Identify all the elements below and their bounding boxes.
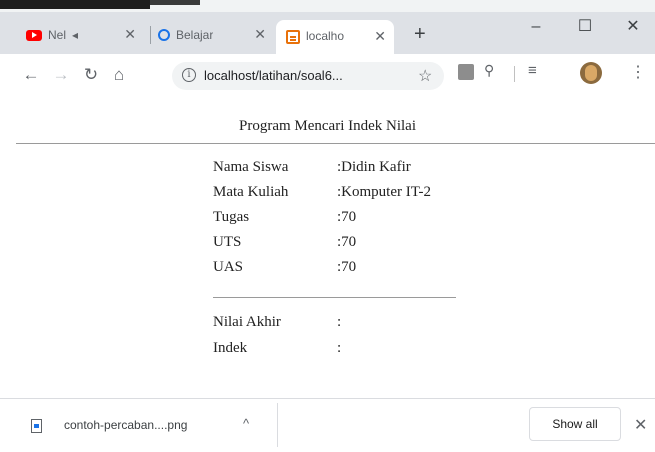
maximize-button[interactable]: ☐ — [565, 14, 605, 40]
field-row: Mata Kuliah :Komputer IT-2 — [213, 184, 431, 201]
url-text[interactable]: localhost/latihan/soal6... — [204, 68, 343, 83]
address-bar[interactable]: i localhost/latihan/soal6... ☆ — [172, 62, 444, 90]
tab-localhost-active[interactable]: localho ✕ — [276, 20, 394, 54]
info-icon[interactable]: i — [182, 68, 196, 82]
close-window-button[interactable]: ✕ — [613, 14, 653, 40]
search-icon[interactable]: ⚲ — [484, 62, 494, 79]
result-row: Nilai Akhir: — [213, 314, 341, 331]
page-favicon-icon — [286, 30, 300, 44]
result-value: : — [337, 340, 342, 356]
tab-label: Belajar — [176, 28, 214, 42]
back-arrow-icon[interactable]: ← — [20, 64, 42, 86]
tab-close-icon[interactable]: ✕ — [374, 28, 386, 45]
tab-close-icon[interactable]: ✕ — [124, 26, 136, 43]
youtube-icon — [26, 29, 42, 41]
tab-divider — [150, 26, 151, 44]
new-tab-button[interactable]: + — [414, 22, 426, 46]
site-favicon-icon — [158, 29, 170, 41]
menu-kebab-icon[interactable]: ⋮ — [630, 62, 646, 82]
close-download-bar-button[interactable]: ✕ — [634, 415, 647, 435]
field-label: Tugas — [213, 209, 250, 225]
field-value: :Didin Kafir — [337, 159, 411, 175]
reading-list-icon[interactable]: ≡ — [528, 62, 537, 79]
toolbar-divider — [514, 66, 515, 82]
result-label: Indek — [213, 340, 248, 356]
show-all-button[interactable]: Show all — [529, 407, 621, 441]
download-file-name[interactable]: contoh-percaban....png — [64, 418, 187, 432]
field-value: :70 — [337, 209, 357, 225]
horizontal-rule — [16, 143, 655, 144]
download-options-button[interactable]: ^ — [243, 416, 249, 431]
field-label: Nama Siswa — [213, 159, 289, 175]
download-divider — [277, 403, 278, 447]
profile-avatar[interactable] — [580, 62, 602, 84]
forward-arrow-icon[interactable]: → — [50, 64, 72, 86]
download-bar: contoh-percaban....png ^ Show all ✕ — [0, 398, 655, 452]
result-row: Indek: — [213, 340, 341, 357]
field-row: UTS :70 — [213, 234, 356, 251]
tab-belajar[interactable]: Belajar ✕ — [158, 20, 274, 50]
reload-icon[interactable]: ↻ — [80, 64, 102, 86]
minimize-button[interactable]: – — [516, 14, 556, 40]
field-label: UAS — [213, 259, 244, 275]
tab-label: localho — [306, 29, 345, 43]
browser-toolbar: ← → ↻ ⌂ i localhost/latihan/soal6... ☆ — [0, 54, 655, 98]
tab-youtube[interactable]: Nel ◂ ✕ — [26, 20, 144, 50]
field-row: UAS :70 — [213, 259, 356, 276]
extension-icon[interactable] — [458, 64, 474, 80]
audio-icon[interactable]: ◂ — [72, 28, 78, 42]
desktop-background — [150, 0, 200, 5]
image-file-icon — [31, 419, 42, 433]
field-value: :Komputer IT-2 — [337, 184, 432, 200]
page-title: Program Mencari Indek Nilai — [238, 118, 417, 134]
result-value: : — [337, 314, 342, 330]
field-label: UTS — [213, 234, 242, 250]
tab-close-icon[interactable]: ✕ — [254, 26, 266, 43]
desktop-background — [0, 0, 150, 9]
field-row: Tugas :70 — [213, 209, 356, 226]
field-value: :70 — [337, 234, 357, 250]
field-label: Mata Kuliah — [213, 184, 289, 200]
star-icon[interactable]: ☆ — [418, 66, 432, 86]
home-icon[interactable]: ⌂ — [108, 64, 130, 86]
field-row: Nama Siswa :Didin Kafir — [213, 159, 411, 176]
field-value: :70 — [337, 259, 357, 275]
horizontal-rule — [213, 297, 456, 298]
result-label: Nilai Akhir — [213, 314, 281, 330]
tab-label: Nel — [48, 28, 67, 42]
